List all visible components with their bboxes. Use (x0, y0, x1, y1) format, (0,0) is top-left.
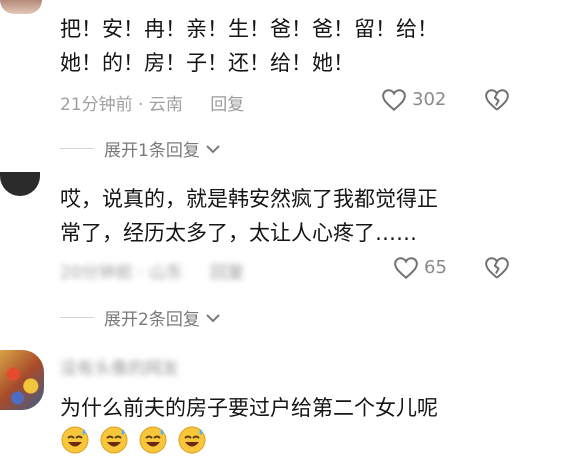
time-location: 20分钟前 · 山东 (60, 263, 183, 283)
divider (60, 317, 94, 318)
comment-line: 她！的！房！子！还！给！她！ (60, 51, 354, 75)
comment-line: 为什么前夫的房子要过户给第二个女儿呢 (60, 396, 438, 420)
comment-line: 把！安！冉！亲！生！爸！爸！留！给！ (60, 17, 438, 41)
heart-outline-icon[interactable] (381, 88, 407, 112)
heart-outline-icon[interactable] (393, 256, 419, 280)
comment-text: 为什么前夫的房子要过户给第二个女儿呢 (60, 391, 438, 425)
reply-button[interactable]: 回复 (210, 95, 244, 115)
broken-heart-icon[interactable] (484, 88, 510, 112)
chevron-down-icon (206, 313, 220, 322)
avatar[interactable] (0, 350, 44, 410)
avatar[interactable] (0, 0, 42, 14)
expand-replies-button[interactable]: 展开2条回复 (60, 305, 222, 330)
broken-heart-icon[interactable] (484, 256, 510, 280)
comment-line: 常了，经历太多了，太让人心疼了…… (60, 221, 417, 245)
emoji-row (60, 425, 211, 455)
expand-label: 展开2条回复 (104, 310, 200, 330)
reply-button[interactable]: 回复 (210, 263, 244, 283)
comment-meta: 20分钟前 · 山东 回复 (60, 258, 244, 283)
expand-replies-button[interactable]: 展开1条回复 (60, 136, 222, 161)
like-count: 302 (412, 89, 447, 110)
comment-text: 把！安！冉！亲！生！爸！爸！留！给！ 她！的！房！子！还！给！她！ (60, 12, 438, 80)
like-count: 65 (424, 257, 447, 278)
sweat-smile-emoji-icon (178, 426, 206, 454)
comment-line: 哎，说真的，就是韩安然疯了我都觉得正 (60, 187, 438, 211)
sweat-smile-emoji-icon (139, 426, 167, 454)
sweat-smile-emoji-icon (100, 426, 128, 454)
expand-label: 展开1条回复 (104, 141, 200, 161)
comment-meta: 21分钟前 · 云南 回复 (60, 90, 244, 115)
chevron-down-icon (206, 144, 220, 153)
avatar[interactable] (0, 172, 40, 196)
divider (60, 148, 94, 149)
sweat-smile-emoji-icon (61, 426, 89, 454)
comment-text: 哎，说真的，就是韩安然疯了我都觉得正 常了，经历太多了，太让人心疼了…… (60, 182, 438, 250)
username[interactable]: 没有头像的网友 (60, 354, 179, 379)
time-location: 21分钟前 · 云南 (60, 95, 183, 115)
